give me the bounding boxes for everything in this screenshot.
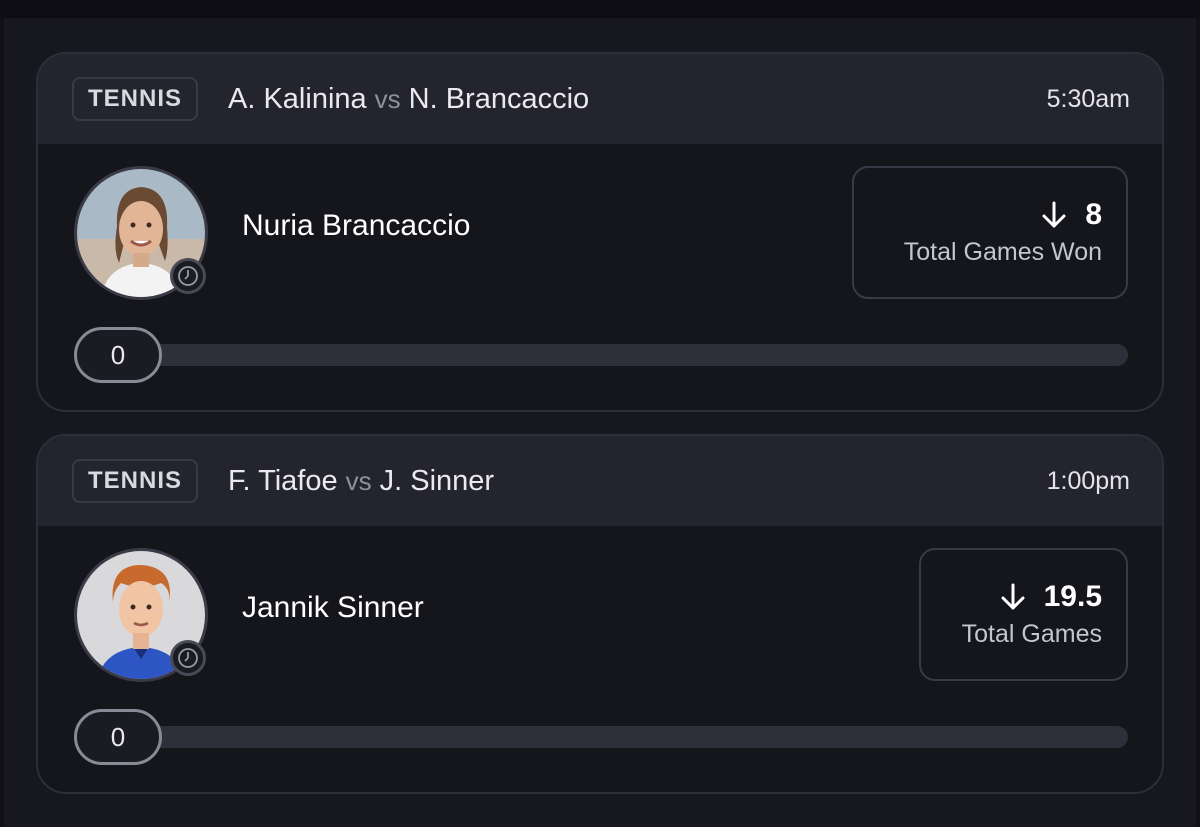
projection-line: 8 [1039, 198, 1102, 232]
player-avatar [74, 166, 208, 300]
player-a: F. Tiafoe [228, 464, 338, 497]
vs-label: vs [345, 465, 372, 496]
top-strip [0, 0, 1200, 18]
card-header: TENNIS A. Kalinina vs N. Brancaccio 5:30… [38, 54, 1162, 144]
sport-badge: TENNIS [72, 459, 199, 503]
stat-type: Total Games [961, 620, 1102, 648]
pick-card[interactable]: TENNIS F. Tiafoe vs J. Sinner 1:00pm Jan… [36, 434, 1164, 794]
game-time: 1:00pm [1046, 466, 1130, 495]
right-edge [1196, 18, 1200, 827]
matchup: A. Kalinina vs N. Brancaccio [228, 78, 589, 120]
player-a: A. Kalinina [228, 82, 367, 115]
left-edge [0, 18, 4, 827]
arrow-down-icon [1042, 201, 1066, 228]
player-avatar [74, 548, 208, 682]
clock-icon [170, 640, 206, 676]
card-header: TENNIS F. Tiafoe vs J. Sinner 1:00pm [38, 436, 1162, 526]
arrow-down-icon [1001, 583, 1025, 610]
player-b: N. Brancaccio [408, 82, 590, 115]
progress-track [108, 344, 1128, 366]
progress-value: 0 [74, 327, 162, 383]
projection-box[interactable]: 8 Total Games Won [852, 166, 1128, 299]
pick-card[interactable]: TENNIS A. Kalinina vs N. Brancaccio 5:30… [36, 52, 1164, 412]
vs-label: vs [374, 83, 401, 114]
projection-box[interactable]: 19.5 Total Games [919, 548, 1128, 681]
progress-value: 0 [74, 709, 162, 765]
player-name: Jannik Sinner [242, 591, 424, 624]
game-time: 5:30am [1046, 84, 1130, 113]
line-value: 19.5 [1043, 580, 1102, 613]
line-value: 8 [1085, 198, 1102, 231]
stat-type: Total Games Won [903, 238, 1102, 266]
projection-line: 19.5 [998, 580, 1102, 614]
progress-track [108, 726, 1128, 748]
matchup: F. Tiafoe vs J. Sinner [228, 460, 494, 502]
clock-icon [170, 258, 206, 294]
player-b: J. Sinner [379, 464, 495, 497]
player-name: Nuria Brancaccio [242, 209, 471, 242]
sport-badge: TENNIS [72, 77, 199, 121]
